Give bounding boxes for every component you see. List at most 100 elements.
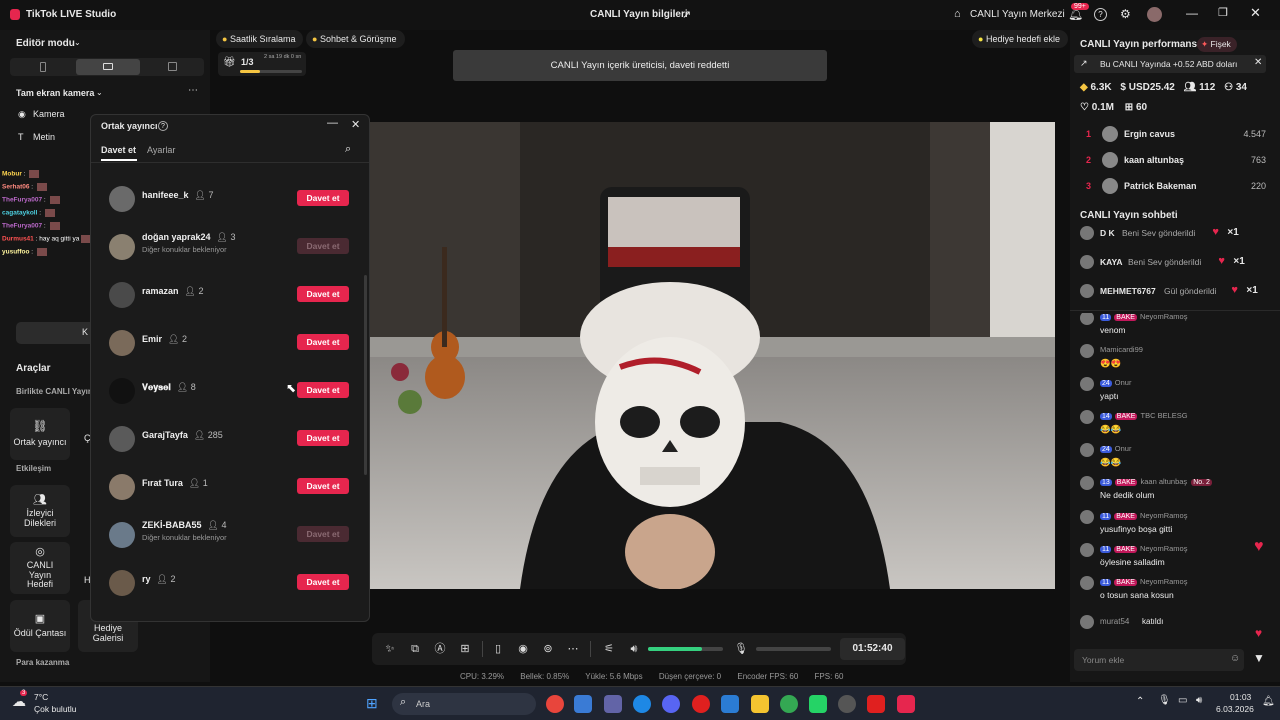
chat-message[interactable]: 24 Onur 😂😂: [1080, 443, 1275, 473]
app-icon[interactable]: [838, 695, 856, 713]
chat-message[interactable]: 11 BAKE NeyomRamoş o tosun sana kosun: [1080, 576, 1275, 606]
scrollbar[interactable]: [364, 275, 367, 475]
ranking-row[interactable]: 3 Patrick Bakeman 220: [1086, 178, 1266, 196]
taskbar-search[interactable]: ⌕ Ara: [392, 693, 536, 715]
gift-goal-pill[interactable]: ● Hediye hedefi ekle: [972, 30, 1069, 48]
follower-count-value: 8: [190, 382, 196, 392]
goal-progress-card[interactable]: 🎁︎ 1/3 2 sa 19 dk 0 sn: [218, 52, 306, 76]
folder-icon[interactable]: [751, 695, 769, 713]
restore-icon[interactable]: ❐: [1218, 6, 1228, 19]
cohost-tool[interactable]: ⛓ Ortak yayıncı: [10, 408, 70, 460]
comment-input[interactable]: Yorum ekle ☺: [1074, 649, 1244, 671]
close-icon[interactable]: ✕: [1250, 5, 1261, 21]
microphone-icon[interactable]: 🎙︎: [1158, 695, 1171, 706]
minimize-icon[interactable]: —: [327, 117, 338, 129]
portrait-icon[interactable]: [40, 62, 46, 72]
editor-mode-dropdown[interactable]: Editör modu: [16, 38, 75, 49]
youtube-icon[interactable]: [867, 695, 885, 713]
hourly-rank-pill[interactable]: ● Saatlik Sıralama: [216, 30, 304, 48]
partial-button[interactable]: K: [16, 322, 96, 344]
info-icon[interactable]: ?: [158, 121, 168, 131]
chat-message[interactable]: 11 BAKE NeyomRamoş yusufinyo boşa gitti: [1080, 510, 1275, 540]
phone-icon[interactable]: ▯: [490, 641, 506, 657]
live-goal-tool[interactable]: ◎ CANLI Yayın Hedefi: [10, 542, 70, 594]
tiktok-live-icon[interactable]: [897, 695, 915, 713]
help-icon[interactable]: ?: [1094, 8, 1107, 21]
invite-button[interactable]: Davet et: [297, 430, 349, 446]
invite-row-name: 𝐕𝐞𝐲𝐬𝐞𝐥 👤︎ 8: [142, 382, 196, 393]
chevron-down-icon[interactable]: ⌄: [74, 38, 81, 47]
edge-icon[interactable]: [633, 695, 651, 713]
whatsapp-icon[interactable]: [809, 695, 827, 713]
chat-user: NeyomRamoş: [1139, 313, 1188, 321]
microphone-icon[interactable]: 🎙︎: [733, 641, 749, 657]
earn-heading: Para kazanma: [16, 658, 70, 667]
follower-count-value: 2: [181, 334, 187, 344]
more-icon[interactable]: ⋯: [188, 85, 198, 96]
tab-invite[interactable]: Davet et: [101, 145, 136, 155]
search-icon[interactable]: ⌕: [345, 143, 351, 156]
invite-button[interactable]: Davet et: [297, 334, 349, 350]
teams-icon[interactable]: [604, 695, 622, 713]
clock-date[interactable]: 6.03.2026: [1216, 704, 1254, 714]
chevron-down-icon[interactable]: ⌄: [96, 88, 103, 97]
chat-message[interactable]: 14 BAKE TBC BELESG 😂😂: [1080, 410, 1275, 440]
chat-message[interactable]: 11 BAKE NeyomRamoş öylesine salladim: [1080, 543, 1275, 573]
store-icon[interactable]: [574, 695, 592, 713]
tab-settings[interactable]: Ayarlar: [147, 145, 175, 155]
emoji-icon[interactable]: ☺: [1230, 653, 1240, 664]
speaker-icon[interactable]: 🔊︎: [626, 641, 642, 657]
firework-badge[interactable]: ✦ Fişek: [1197, 37, 1237, 52]
source-text[interactable]: Metin: [33, 132, 55, 142]
avatar[interactable]: [1147, 7, 1162, 22]
viewer-wishes-tool[interactable]: 👥︎ İzleyici Dilekleri: [10, 485, 70, 537]
fullscreen-camera-scene[interactable]: Tam ekran kamera: [16, 88, 94, 98]
invite-button[interactable]: Davet et: [297, 190, 349, 206]
ranking-row[interactable]: 1 Ergin cavus 4.547: [1086, 126, 1266, 144]
ai-icon[interactable]: Ⓐ: [432, 641, 448, 657]
invite-button[interactable]: Davet et: [297, 286, 349, 302]
chat-meet-pill[interactable]: ● Sohbet & Görüşme: [306, 30, 405, 48]
clock-time[interactable]: 01:03: [1230, 692, 1251, 702]
filter-icon[interactable]: ▼: [1253, 651, 1265, 665]
chat-message[interactable]: Mamicardi99 😍😍: [1080, 344, 1275, 374]
close-icon[interactable]: ✕: [351, 118, 360, 131]
mail-icon[interactable]: [721, 695, 739, 713]
invite-button[interactable]: Davet et: [297, 382, 349, 398]
opera-icon[interactable]: [692, 695, 710, 713]
add-source-icon[interactable]: ⊞: [457, 641, 473, 657]
live-center-link[interactable]: CANLI Yayın Merkezi: [970, 9, 1065, 20]
network-icon[interactable]: ▭: [1178, 695, 1187, 706]
live-info-title[interactable]: CANLI Yayın bilgileri: [590, 9, 688, 20]
capture-icon[interactable]: ⊚: [540, 641, 556, 657]
close-icon[interactable]: ✕: [1254, 57, 1262, 68]
chrome-active-icon[interactable]: [780, 695, 798, 713]
record-icon[interactable]: ◉: [515, 641, 531, 657]
invite-button[interactable]: Davet et: [297, 478, 349, 494]
effects-icon[interactable]: ⧉: [407, 641, 423, 657]
source-camera[interactable]: Kamera: [33, 109, 65, 119]
split-icon[interactable]: [168, 62, 177, 71]
chrome-icon[interactable]: [546, 695, 564, 713]
mic-volume-slider[interactable]: [756, 647, 831, 651]
chat-message[interactable]: 13 BAKE kaan altunbaş No. 2 Ne dedik olum: [1080, 476, 1275, 506]
minimize-icon[interactable]: —: [1186, 6, 1198, 20]
speaker-volume-slider[interactable]: [648, 647, 723, 651]
magic-wand-icon[interactable]: ✨︎: [382, 641, 398, 657]
windows-start-icon[interactable]: ⊞: [366, 695, 378, 712]
chevron-up-icon[interactable]: ⌃: [1136, 696, 1144, 707]
discord-icon[interactable]: [662, 695, 680, 713]
volume-icon[interactable]: 🔊︎: [1196, 695, 1202, 706]
reward-bag-tool[interactable]: ▣ Ödül Çantası: [10, 600, 70, 652]
gear-icon[interactable]: ⚙: [1120, 7, 1131, 21]
home-icon[interactable]: ⌂: [954, 8, 961, 20]
chat-message[interactable]: 24 Onur yaptı: [1080, 377, 1275, 407]
landscape-tab[interactable]: [76, 59, 140, 75]
chat-message[interactable]: 11 BAKE NeyomRamoş venom: [1080, 313, 1275, 341]
notification-icon[interactable]: 🔔︎: [1262, 696, 1275, 707]
mixer-icon[interactable]: ⚟: [601, 641, 617, 657]
share-icon[interactable]: ↗: [682, 8, 691, 21]
more-icon[interactable]: ⋯: [565, 641, 581, 657]
invite-button[interactable]: Davet et: [297, 574, 349, 590]
ranking-row[interactable]: 2 kaan altunbaş 763: [1086, 152, 1266, 170]
